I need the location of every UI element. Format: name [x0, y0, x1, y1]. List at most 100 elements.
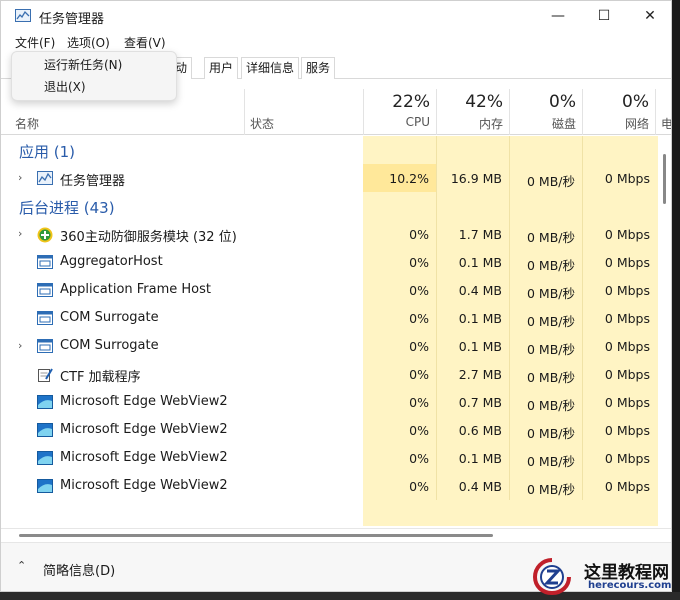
process-network: 0 Mbps	[604, 227, 650, 242]
process-row[interactable]: Microsoft Edge WebView2 0% 0.6 MB 0 MB/秒 0 M…	[1, 416, 658, 444]
watermark-logo-icon	[532, 558, 571, 596]
column-divider[interactable]	[509, 89, 510, 135]
minimize-button[interactable]: —	[535, 1, 581, 31]
menu-view[interactable]: 查看(V)	[124, 34, 166, 51]
process-row[interactable]: AggregatorHost 0% 0.1 MB 0 MB/秒 0 Mbps	[1, 248, 658, 276]
process-network: 0 Mbps	[604, 255, 650, 270]
horizontal-scrollbar[interactable]	[1, 528, 671, 542]
usage-cell-background	[363, 192, 436, 220]
process-network: 0 Mbps	[604, 367, 650, 382]
process-disk: 0 MB/秒	[527, 370, 575, 385]
close-button[interactable]: ✕	[627, 1, 671, 31]
process-memory: 16.9 MB	[450, 171, 502, 186]
edge-webview-icon	[37, 423, 53, 437]
process-cpu: 0%	[409, 339, 429, 354]
process-network: 0 Mbps	[604, 451, 650, 466]
cpu-total-percent[interactable]: 22%	[366, 92, 430, 112]
process-cpu: 0%	[409, 227, 429, 242]
horizontal-scroll-thumb[interactable]	[19, 534, 493, 537]
column-power-truncated[interactable]: 电	[661, 115, 671, 132]
menu-bar: 文件(F) 选项(O) 查看(V)	[1, 31, 671, 53]
column-divider[interactable]	[655, 89, 656, 135]
process-memory: 0.4 MB	[458, 283, 502, 298]
vertical-scroll-thumb[interactable]	[663, 154, 666, 204]
task-manager-icon	[15, 9, 31, 22]
chevron-up-icon[interactable]: ⌃	[17, 559, 26, 572]
column-cpu[interactable]: CPU	[366, 115, 430, 129]
fewer-details-link[interactable]: 简略信息(D)	[43, 560, 115, 579]
process-row[interactable]: › 任务管理器 10.2% 16.9 MB 0 MB/秒 0 Mbps	[1, 164, 658, 192]
process-row[interactable]: Application Frame Host 0% 0.4 MB 0 MB/秒 0 Mb…	[1, 276, 658, 304]
process-row[interactable]: Microsoft Edge WebView2 0% 0.4 MB 0 MB/秒 0 M…	[1, 472, 658, 500]
process-network: 0 Mbps	[604, 171, 650, 186]
column-divider[interactable]	[582, 89, 583, 135]
tab-details[interactable]: 详细信息	[241, 57, 300, 79]
app-window-icon	[37, 255, 53, 269]
vertical-scrollbar[interactable]	[658, 136, 671, 526]
process-network: 0 Mbps	[604, 283, 650, 298]
column-grid-line	[436, 192, 437, 220]
column-memory[interactable]: 内存	[439, 115, 503, 132]
usage-cell-background	[509, 136, 582, 164]
process-name: COM Surrogate	[60, 310, 159, 325]
maximize-button[interactable]: ☐	[581, 1, 627, 31]
disk-total-percent[interactable]: 0%	[512, 92, 576, 112]
process-name: CTF 加载程序	[60, 370, 141, 385]
process-disk: 0 MB/秒	[527, 426, 575, 441]
memory-total-percent[interactable]: 42%	[439, 92, 503, 112]
menu-item-run-new-task[interactable]: 运行新任务(N)	[12, 54, 176, 76]
chevron-right-icon[interactable]: ›	[18, 227, 22, 240]
process-network: 0 Mbps	[604, 479, 650, 494]
process-cpu: 0%	[409, 479, 429, 494]
tab-services[interactable]: 服务	[301, 57, 336, 79]
menu-file[interactable]: 文件(F)	[15, 34, 55, 51]
process-memory: 0.1 MB	[458, 339, 502, 354]
process-memory: 1.7 MB	[458, 227, 502, 242]
column-grid-line	[509, 136, 510, 164]
column-grid-line	[436, 136, 437, 164]
process-cpu: 0%	[409, 423, 429, 438]
app-window-icon	[37, 339, 53, 353]
column-divider[interactable]	[363, 89, 364, 135]
chevron-right-icon[interactable]: ›	[18, 339, 22, 352]
usage-cell-background	[436, 136, 509, 164]
column-network[interactable]: 网络	[585, 115, 649, 132]
task-manager-window: 任务管理器 — ☐ ✕ 文件(F) 选项(O) 查看(V) 动 用户 详细信息 …	[0, 0, 672, 592]
chevron-right-icon[interactable]: ›	[18, 171, 22, 184]
column-disk[interactable]: 磁盘	[512, 115, 576, 132]
usage-cell-background	[582, 500, 658, 526]
app-window-icon	[37, 311, 53, 325]
menu-item-exit[interactable]: 退出(X)	[12, 76, 176, 98]
edge-webview-icon	[37, 479, 53, 493]
menu-options[interactable]: 选项(O)	[67, 34, 110, 51]
edge-webview-icon	[37, 395, 53, 409]
column-grid-line	[582, 192, 583, 220]
usage-cell-background	[363, 136, 436, 164]
process-row[interactable]: COM Surrogate 0% 0.1 MB 0 MB/秒 0 Mbps	[1, 304, 658, 332]
process-disk: 0 MB/秒	[527, 230, 575, 245]
column-divider[interactable]	[244, 89, 245, 135]
process-disk: 0 MB/秒	[527, 314, 575, 329]
column-name[interactable]: 名称	[15, 115, 39, 132]
title-bar[interactable]: 任务管理器 — ☐ ✕	[1, 1, 671, 31]
process-disk: 0 MB/秒	[527, 286, 575, 301]
process-cpu: 0%	[409, 451, 429, 466]
process-memory: 0.4 MB	[458, 479, 502, 494]
process-row[interactable]: CTF 加载程序 0% 2.7 MB 0 MB/秒 0 Mbps	[1, 360, 658, 388]
process-disk: 0 MB/秒	[527, 398, 575, 413]
edge-webview-icon	[37, 451, 53, 465]
column-divider[interactable]	[436, 89, 437, 135]
watermark: 这里教程网 herecours.com	[532, 556, 676, 598]
process-row[interactable]: › COM Surrogate 0% 0.1 MB 0 MB/秒 0 Mbps	[1, 332, 658, 360]
tab-users[interactable]: 用户	[204, 57, 239, 79]
process-name: Microsoft Edge WebView2	[60, 478, 228, 493]
process-memory: 0.6 MB	[458, 423, 502, 438]
process-cpu: 0%	[409, 395, 429, 410]
process-row[interactable]: › 360主动防御服务模块 (32 位) 0% 1.7 MB 0 MB/秒 0 Mbps	[1, 220, 658, 248]
process-disk: 0 MB/秒	[527, 258, 575, 273]
process-row[interactable]: Microsoft Edge WebView2 0% 0.1 MB 0 MB/秒 0 M…	[1, 444, 658, 472]
process-name: Application Frame Host	[60, 282, 212, 297]
network-total-percent[interactable]: 0%	[585, 92, 649, 112]
process-row[interactable]: Microsoft Edge WebView2 0% 0.7 MB 0 MB/秒 0 M…	[1, 388, 658, 416]
column-status[interactable]: 状态	[250, 115, 274, 132]
